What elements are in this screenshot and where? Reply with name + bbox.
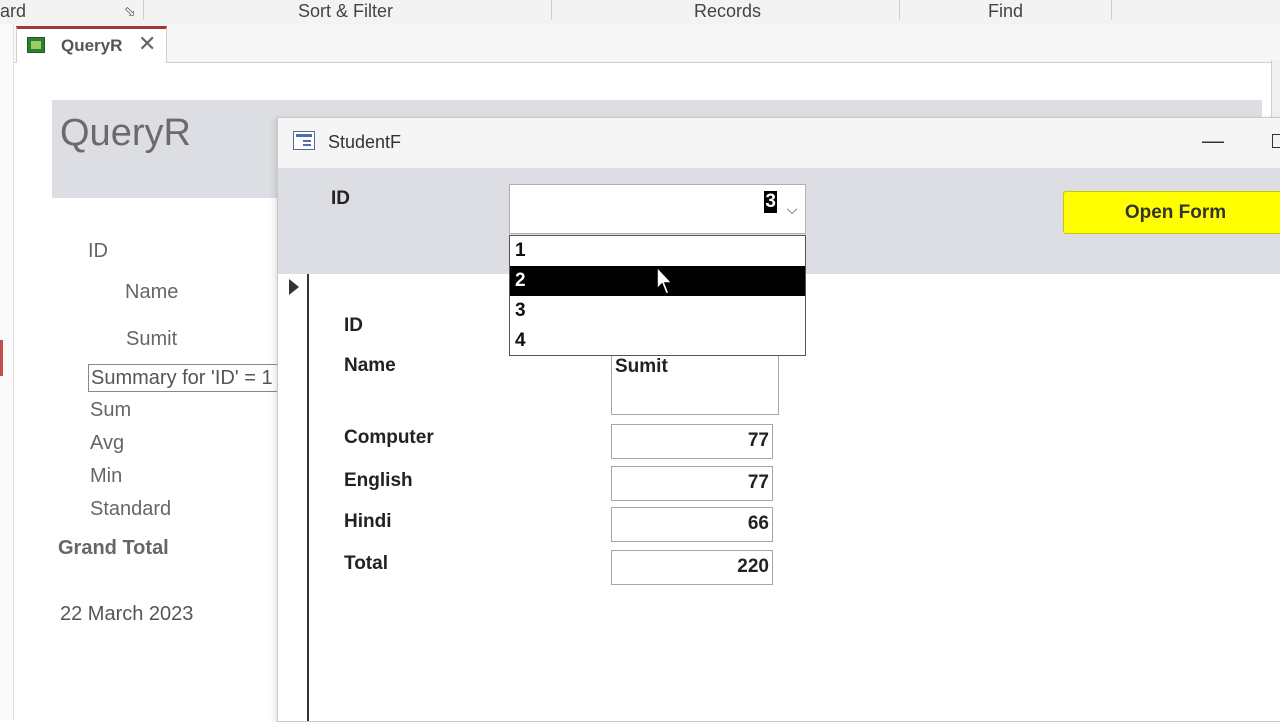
dropdown-option-4[interactable]: 4: [510, 326, 805, 356]
form-title-bar[interactable]: StudentF —: [278, 118, 1280, 168]
total-field[interactable]: 220: [611, 550, 773, 585]
nav-accent: [0, 340, 3, 376]
field-computer-label: Computer: [344, 427, 434, 448]
field-id-label: ID: [344, 315, 363, 336]
report-min-label: Min: [90, 465, 123, 487]
report-title: QueryR: [60, 112, 191, 154]
ribbon-separator: [1111, 0, 1112, 20]
ribbon-separator: [143, 0, 144, 20]
english-field[interactable]: 77: [611, 466, 773, 501]
chevron-down-icon[interactable]: ⌵: [779, 185, 805, 233]
maximize-button[interactable]: [1272, 134, 1280, 148]
dropdown-option-3[interactable]: 3: [510, 296, 805, 326]
minimize-button[interactable]: —: [1198, 126, 1228, 156]
report-name-label: Name: [125, 281, 179, 303]
field-total-label: Total: [344, 553, 388, 574]
report-date: 22 March 2023: [60, 603, 194, 625]
form-icon: [293, 131, 315, 150]
computer-field[interactable]: 77: [611, 424, 773, 459]
report-standard-label: Standard: [90, 498, 172, 520]
ribbon-group-clipboard: ard: [0, 1, 27, 21]
ribbon-group-sort-filter: Sort & Filter: [298, 1, 394, 21]
dropdown-option-1[interactable]: 1: [510, 236, 805, 266]
record-selector[interactable]: [278, 274, 309, 721]
ribbon-group-labels: ard ⬂ Sort & Filter Records Find: [0, 0, 1280, 25]
mouse-pointer-icon: [656, 266, 674, 295]
combo-selected-value: 3: [764, 191, 777, 213]
id-combo-box[interactable]: 3 ⌵: [509, 184, 806, 234]
ribbon-separator: [899, 0, 900, 20]
tab-queryr[interactable]: QueryR ✕: [16, 26, 167, 63]
field-english-label: English: [344, 470, 413, 491]
ribbon-group-find: Find: [988, 1, 1024, 21]
report-summary-line: Summary for 'ID' = 1 (1 detail record): [88, 364, 282, 392]
report-grand-total: Grand Total: [58, 537, 169, 559]
field-hindi-label: Hindi: [344, 511, 392, 532]
close-icon[interactable]: ✕: [138, 31, 156, 57]
report-sum-label: Sum: [90, 399, 132, 421]
report-icon: [27, 37, 45, 53]
form-title: StudentF: [328, 132, 402, 152]
ribbon-group-records: Records: [694, 1, 762, 21]
report-id-label: ID: [88, 240, 108, 262]
current-record-arrow-icon: [289, 279, 299, 295]
id-combo-label: ID: [331, 188, 350, 209]
dialog-launcher-icon[interactable]: ⬂: [124, 3, 136, 20]
report-name-value: Sumit: [126, 328, 178, 350]
report-avg-label: Avg: [90, 432, 125, 454]
hindi-field[interactable]: 66: [611, 507, 773, 542]
open-form-button[interactable]: Open Form: [1063, 191, 1280, 234]
ribbon-separator: [551, 0, 552, 20]
studentf-form-window: StudentF — ID 3 ⌵ Open Form ID Name Sumi…: [277, 117, 1280, 722]
document-tab-strip: [14, 24, 1280, 63]
field-name-label: Name: [344, 355, 396, 376]
tab-label: QueryR: [61, 36, 123, 55]
name-field[interactable]: Sumit: [611, 351, 779, 415]
